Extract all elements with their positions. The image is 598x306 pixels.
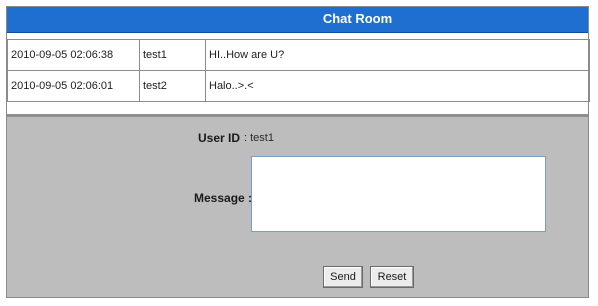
message-label: Message :: [194, 191, 253, 205]
title-bar: Chat Room: [7, 7, 588, 33]
userid-label: User ID: [198, 131, 241, 145]
message-log: 2010-09-05 02:06:38 test1 HI..How are U?…: [7, 39, 590, 102]
page-title: Chat Room: [322, 11, 393, 26]
message-time: 2010-09-05 02:06:01: [7, 70, 140, 102]
message-text: HI..How are U?: [205, 39, 590, 71]
message-user: test1: [139, 39, 206, 71]
chat-room-window: Chat Room 2010-09-05 02:06:38 test1 HI..…: [6, 6, 590, 298]
message-time: 2010-09-05 02:06:38: [7, 39, 140, 71]
table-row: 2010-09-05 02:06:01 test2 Halo..>.<: [7, 70, 590, 102]
message-text: Halo..>.<: [205, 70, 590, 102]
send-button[interactable]: Send: [323, 266, 363, 288]
reset-button[interactable]: Reset: [370, 266, 414, 288]
message-user: test2: [139, 70, 206, 102]
input-panel: User ID : test1 Message : Send Reset: [7, 114, 588, 297]
table-row: 2010-09-05 02:06:38 test1 HI..How are U?: [7, 39, 590, 71]
message-input[interactable]: [251, 156, 546, 232]
userid-value: : test1: [244, 132, 274, 144]
